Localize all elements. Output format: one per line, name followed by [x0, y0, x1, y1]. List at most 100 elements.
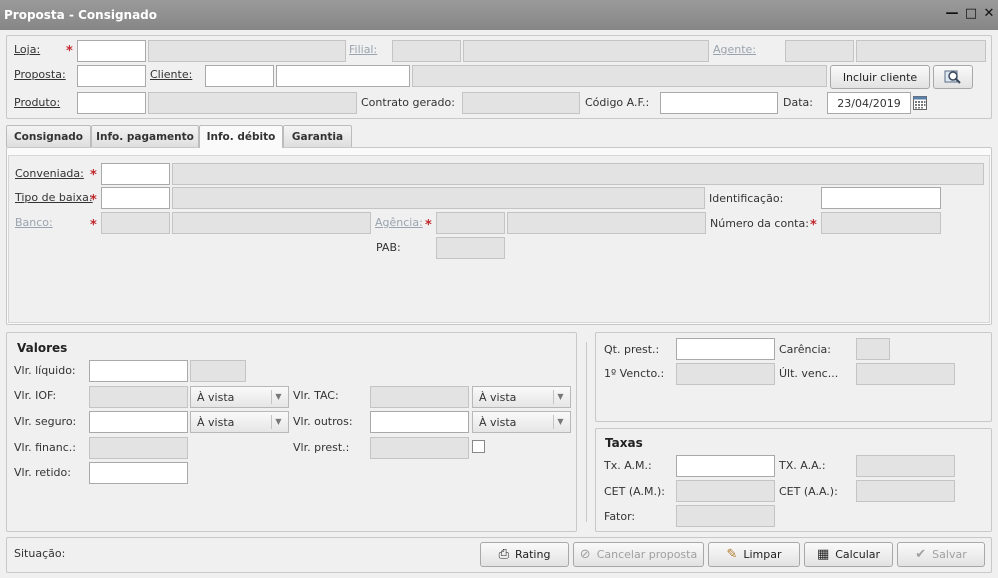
- taxas-title: Taxas: [605, 436, 643, 450]
- cliente-label: Cliente:: [150, 68, 193, 81]
- numero-conta-required-mark: *: [810, 218, 817, 233]
- produto-label: Produto:: [14, 96, 61, 109]
- banco-required-mark: *: [90, 218, 97, 233]
- primeiro-vencto-field: [676, 363, 775, 385]
- window-titlebar: Proposta - Consignado — □ ✕: [0, 0, 998, 30]
- vlr-prest-checkbox[interactable]: [472, 440, 485, 453]
- primeiro-vencto-label: 1º Vencto.:: [604, 367, 665, 380]
- agente-label: Agente:: [713, 43, 757, 56]
- situacao-label: Situação:: [14, 547, 66, 560]
- filial-name-field: [463, 40, 709, 62]
- cancelar-proposta-button[interactable]: ⊘ Cancelar proposta: [573, 542, 704, 567]
- search-cliente-button[interactable]: [933, 65, 973, 89]
- cliente-name-field: [412, 65, 827, 87]
- tipo-baixa-code-input[interactable]: [101, 187, 170, 209]
- vlr-tac-label: Vlr. TAC:: [293, 389, 339, 402]
- vlr-seguro-input[interactable]: [89, 411, 188, 433]
- vlr-liquido-label: Vlr. líquido:: [14, 364, 76, 377]
- conveniada-name-field: [172, 163, 984, 185]
- data-input[interactable]: [827, 92, 911, 114]
- incluir-cliente-button[interactable]: Incluir cliente: [830, 65, 930, 89]
- seguro-payment-value: À vista: [197, 415, 235, 429]
- vlr-liquido-extra-field: [190, 360, 246, 382]
- filial-label: Filial:: [349, 43, 378, 56]
- vlr-outros-label: Vlr. outros:: [293, 415, 353, 428]
- agente-code-field: [785, 40, 854, 62]
- carencia-label: Carência:: [779, 343, 831, 356]
- numero-conta-label: Número da conta:: [710, 217, 809, 230]
- limpar-button[interactable]: ✎ Limpar: [708, 542, 800, 567]
- rating-button[interactable]: ⎙ Rating: [480, 542, 569, 567]
- window-title: Proposta - Consignado: [4, 8, 158, 22]
- agencia-label: Agência:: [375, 216, 423, 229]
- rating-label: Rating: [514, 548, 551, 561]
- tab-garantia[interactable]: Garantia: [283, 125, 352, 147]
- vlr-retido-input[interactable]: [89, 462, 188, 484]
- pab-field: [436, 237, 505, 259]
- tx-am-input[interactable]: [676, 455, 775, 477]
- banco-code-field: [101, 212, 170, 234]
- cliente-code-input[interactable]: [205, 65, 274, 87]
- tab-consignado[interactable]: Consignado: [6, 125, 91, 147]
- vlr-outros-input[interactable]: [370, 411, 469, 433]
- cancelar-proposta-label: Cancelar proposta: [596, 548, 698, 561]
- codigo-af-input[interactable]: [660, 92, 778, 114]
- proposta-input[interactable]: [77, 65, 146, 87]
- iof-payment-value: À vista: [197, 390, 235, 404]
- produto-code-input[interactable]: [77, 92, 146, 114]
- cet-aa-label: CET (A.A.):: [779, 485, 838, 498]
- vlr-financ-field: [89, 437, 188, 459]
- minimize-icon[interactable]: —: [944, 6, 960, 22]
- loja-code-input[interactable]: [77, 40, 146, 62]
- salvar-button[interactable]: ✔ Salvar: [897, 542, 985, 567]
- loja-required-mark: *: [66, 44, 73, 59]
- qt-prest-label: Qt. prest.:: [604, 343, 660, 356]
- cet-am-field: [676, 480, 775, 502]
- loja-label: Loja:: [14, 43, 41, 56]
- vlr-liquido-input[interactable]: [89, 360, 188, 382]
- contrato-gerado-label: Contrato gerado:: [361, 96, 455, 109]
- valores-title: Valores: [17, 341, 68, 355]
- agente-name-field: [856, 40, 986, 62]
- magnifier-icon: [944, 70, 961, 84]
- tab-info-debito[interactable]: Info. débito: [199, 125, 283, 148]
- conveniada-code-input[interactable]: [101, 163, 170, 185]
- outros-payment-select[interactable]: À vista ▼: [472, 411, 571, 433]
- identificacao-label: Identificação:: [709, 192, 784, 205]
- outros-payment-value: À vista: [479, 415, 517, 429]
- calcular-button[interactable]: ▦ Calcular: [804, 542, 893, 567]
- numero-conta-field: [821, 212, 941, 234]
- produto-name-field: [148, 92, 357, 114]
- maximize-icon[interactable]: □: [963, 6, 979, 22]
- banco-name-field: [172, 212, 371, 234]
- cancel-icon: ⊘: [579, 547, 591, 562]
- seguro-payment-select[interactable]: À vista ▼: [190, 411, 289, 433]
- cliente-doc-input[interactable]: [276, 65, 410, 87]
- calendar-icon[interactable]: [913, 96, 927, 110]
- broom-icon: ✎: [726, 547, 738, 562]
- ultimo-vencto-field: [856, 363, 955, 385]
- tac-payment-select[interactable]: À vista ▼: [472, 386, 571, 408]
- agencia-name-field: [507, 212, 706, 234]
- vlr-seguro-label: Vlr. seguro:: [14, 415, 77, 428]
- chevron-down-icon: ▼: [271, 390, 285, 404]
- tab-info-pagamento[interactable]: Info. pagamento: [91, 125, 199, 147]
- vlr-iof-label: Vlr. IOF:: [14, 389, 57, 402]
- proposta-label: Proposta:: [14, 68, 66, 81]
- chevron-down-icon: ▼: [271, 415, 285, 429]
- vlr-iof-field: [89, 386, 188, 408]
- vlr-financ-label: Vlr. financ.:: [14, 441, 76, 454]
- identificacao-input[interactable]: [821, 187, 941, 209]
- cet-aa-field: [856, 480, 955, 502]
- contrato-gerado-field: [462, 92, 580, 114]
- vlr-prest-field: [370, 437, 469, 459]
- qt-prest-input[interactable]: [676, 338, 775, 360]
- tx-am-label: Tx. A.M.:: [604, 459, 652, 472]
- fator-field: [676, 505, 775, 527]
- chevron-down-icon: ▼: [553, 415, 567, 429]
- close-icon[interactable]: ✕: [981, 6, 997, 22]
- banco-label: Banco:: [15, 216, 53, 229]
- incluir-cliente-label: Incluir cliente: [842, 70, 918, 84]
- iof-payment-select[interactable]: À vista ▼: [190, 386, 289, 408]
- tx-aa-label: TX. A.A.:: [779, 459, 826, 472]
